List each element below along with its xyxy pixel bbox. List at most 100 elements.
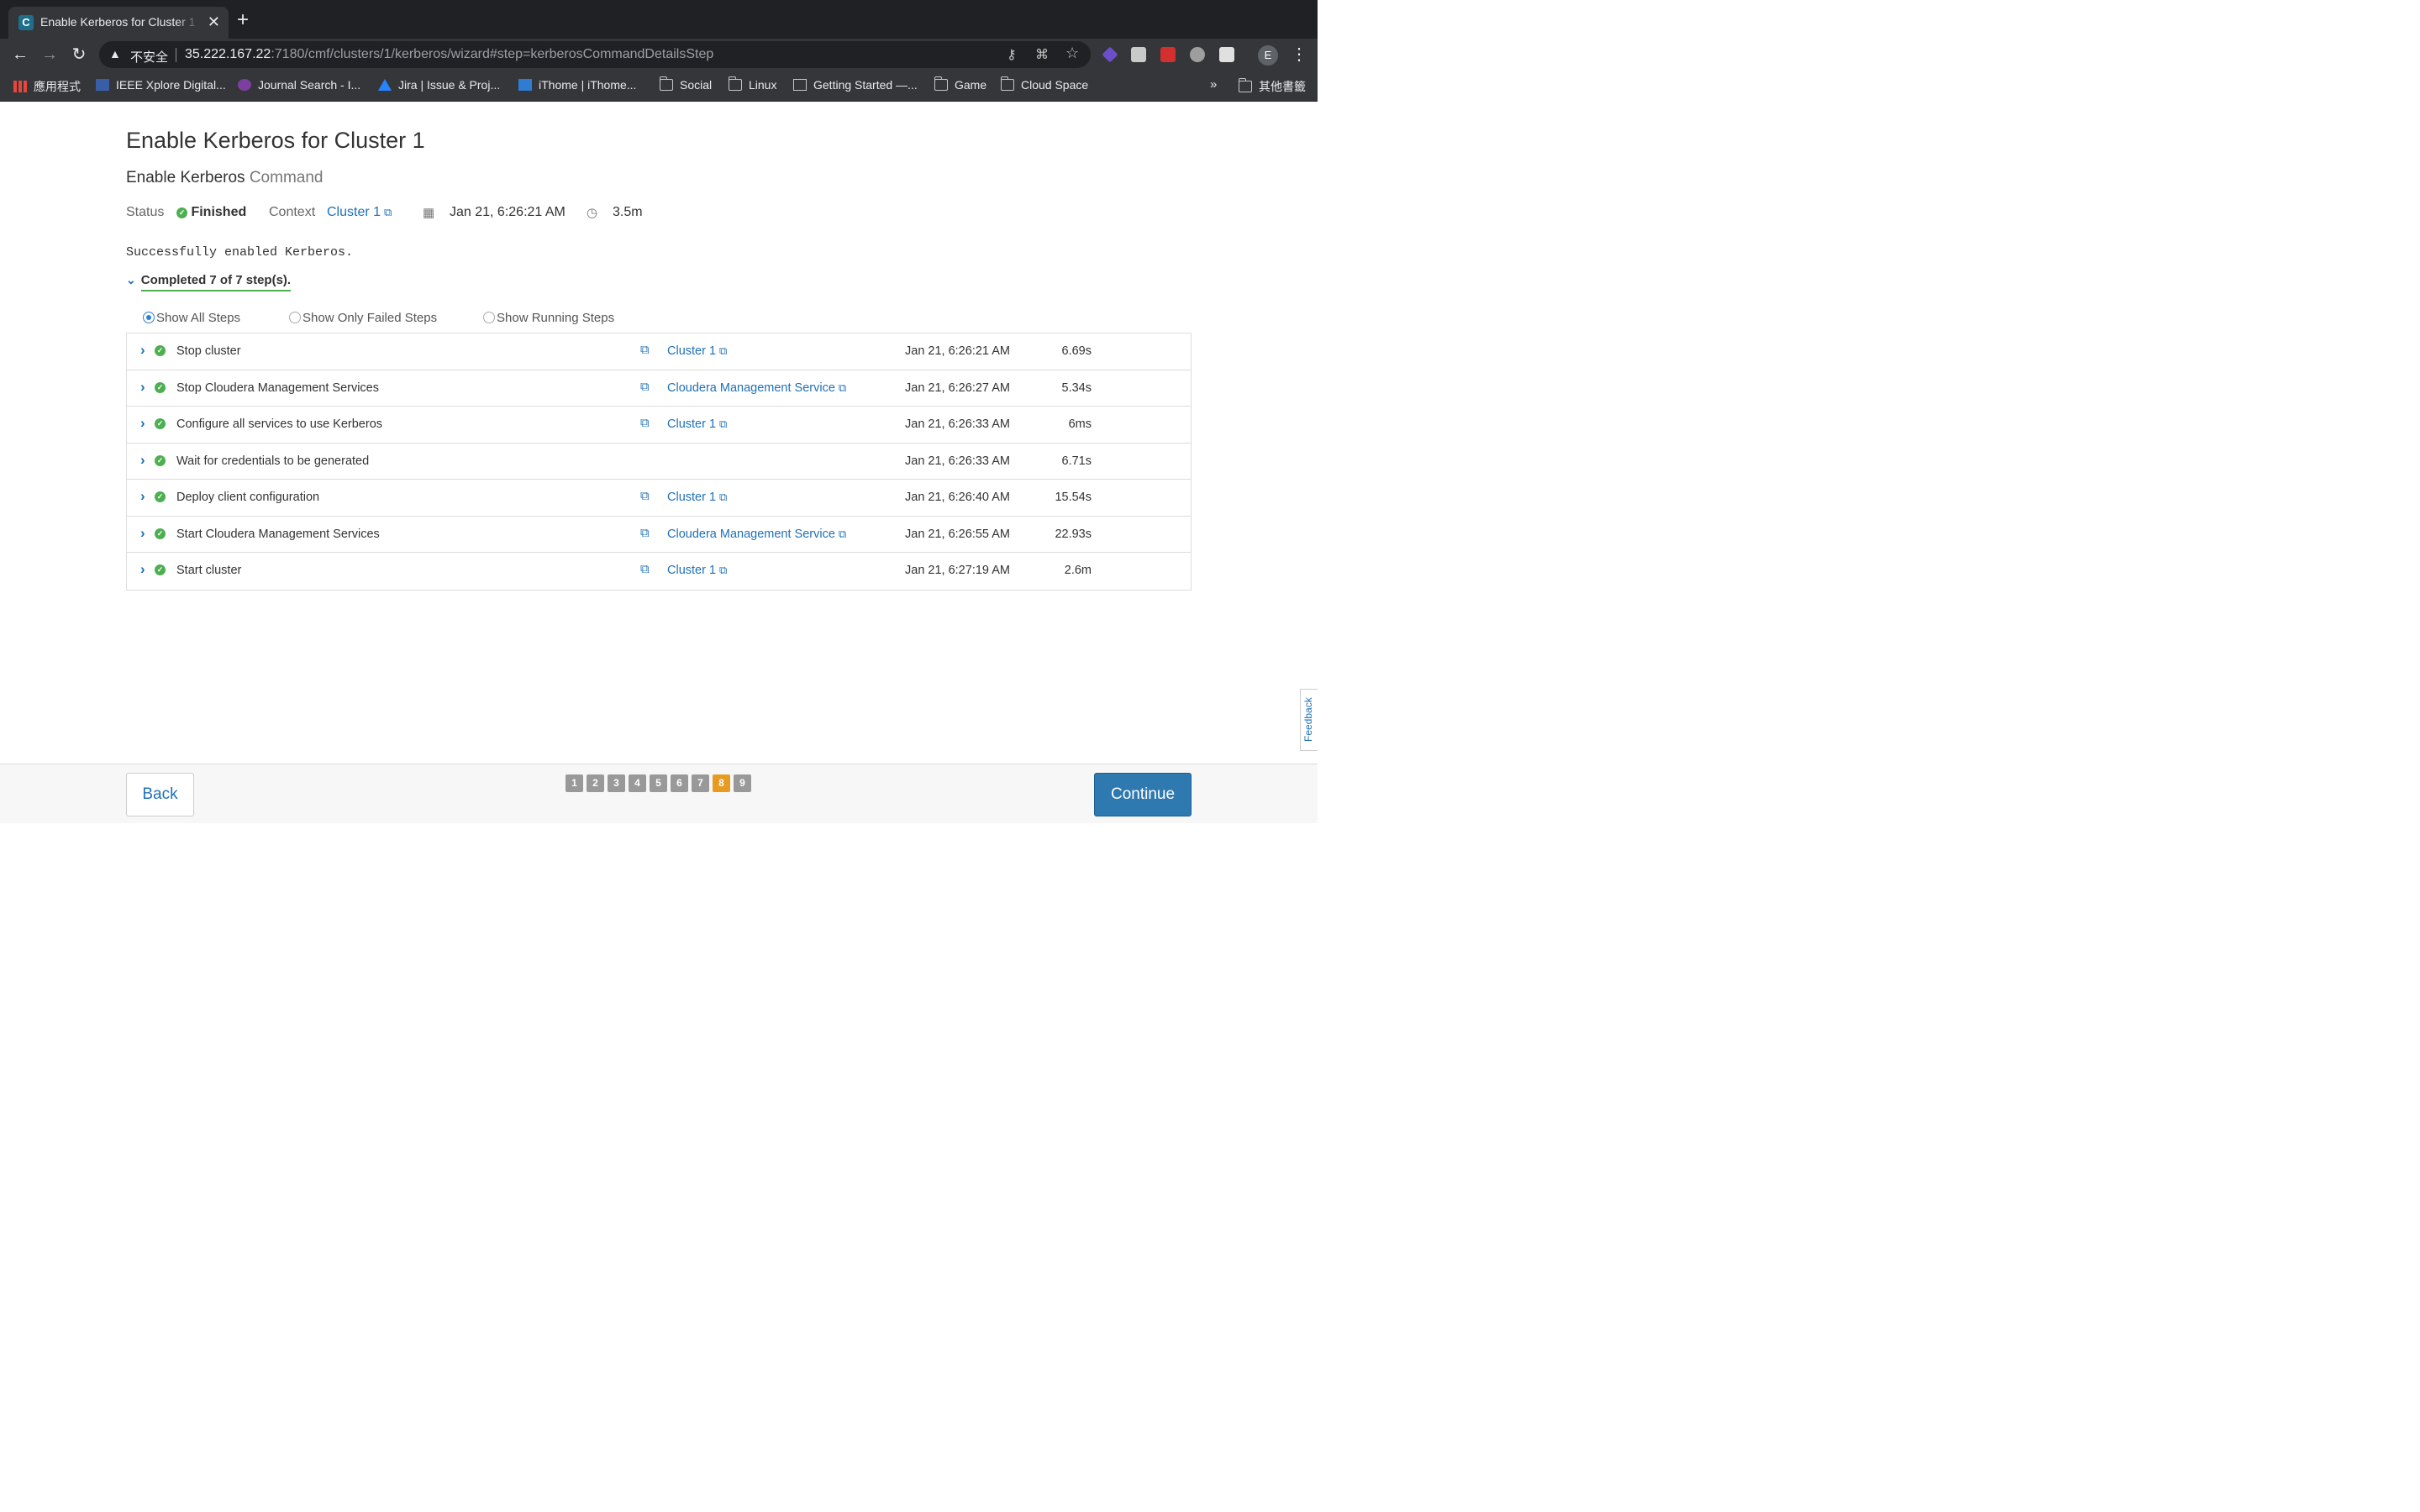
step-time: Jan 21, 6:26:33 AM (905, 454, 1010, 468)
step-duration: 6.69s (1061, 344, 1092, 358)
step-context-link[interactable]: Cluster 1 ⧉ (667, 564, 727, 577)
filter-running-steps[interactable]: Show Running Steps (483, 311, 614, 325)
tab-close-icon[interactable]: ✕ (208, 13, 220, 31)
step-context-link[interactable]: Cloudera Management Service ⧉ (667, 381, 846, 395)
bookmark-jira[interactable]: Jira | Issue & Proj... (378, 78, 500, 92)
extension-icon-2[interactable] (1131, 47, 1146, 62)
step-row[interactable]: › ✓ Stop cluster ⧉ Cluster 1 ⧉ Jan 21, 6:26:21… (127, 333, 1191, 370)
bookmark-apps[interactable]: 應用程式 (13, 78, 81, 95)
result-message: Successfully enabled Kerberos. (126, 245, 354, 260)
continue-button[interactable]: Continue (1094, 773, 1192, 816)
wizard-page-2[interactable]: 2 (587, 774, 604, 792)
bookmark-folder-cloud-space[interactable]: Cloud Space (1000, 76, 1088, 92)
step-row[interactable]: › ✓ Stop Cloudera Management Services ⧉ Clou… (127, 370, 1191, 407)
feedback-tab[interactable]: Feedback (1300, 689, 1318, 751)
extension-icon-5[interactable] (1219, 47, 1234, 62)
chevron-right-icon[interactable]: › (140, 525, 145, 542)
back-arrow-icon[interactable]: ← (9, 44, 31, 66)
back-button[interactable]: Back (126, 773, 194, 816)
open-command-icon[interactable]: ⧉ (640, 343, 650, 357)
step-row[interactable]: › ✓ Configure all services to use Kerberos… (127, 407, 1191, 444)
extension-icon-1[interactable] (1102, 46, 1118, 63)
forward-arrow-icon[interactable]: → (39, 44, 60, 66)
ieee-icon (96, 79, 109, 91)
steps-toggle[interactable]: ⌄ Completed 7 of 7 step(s). (126, 273, 292, 291)
tab-title: Enable Kerberos for Cluster 1 - (40, 15, 200, 29)
check-circle-icon: ✓ (155, 454, 166, 466)
start-time: Jan 21, 6:26:21 AM (450, 205, 566, 219)
extension-icon-3[interactable] (1160, 47, 1176, 62)
filter-all-steps[interactable]: Show All Steps (143, 311, 240, 325)
bookmarks-overflow-icon[interactable]: » (1210, 77, 1217, 92)
check-circle-icon: ✓ (155, 418, 166, 429)
url-text[interactable]: 35.222.167.22:7180/cmf/clusters/1/kerber… (185, 47, 713, 62)
wizard-page-5[interactable]: 5 (650, 774, 667, 792)
chevron-right-icon[interactable]: › (140, 452, 145, 469)
duration: 3.5m (613, 205, 643, 219)
context-link[interactable]: Cluster 1 ⧉ (327, 205, 392, 220)
bookmark-label: iThome | iThome... (539, 78, 637, 92)
bookmark-star-icon[interactable]: ☆ (1065, 45, 1079, 62)
profile-avatar[interactable]: E (1258, 45, 1278, 66)
warning-icon: ▲ (109, 47, 121, 60)
external-link-icon: ⧉ (838, 381, 847, 394)
wizard-page-9[interactable]: 9 (734, 774, 751, 792)
step-context-text: Cloudera Management Service (667, 381, 835, 395)
step-duration: 6.71s (1061, 454, 1092, 468)
bookmark-folder-linux[interactable]: Linux (728, 76, 776, 92)
wizard-page-1[interactable]: 1 (566, 774, 583, 792)
open-command-icon[interactable]: ⧉ (640, 489, 650, 503)
bookmark-ithome[interactable]: iThome | iThome... (518, 78, 636, 92)
step-context-link[interactable]: Cluster 1 ⧉ (667, 417, 727, 431)
step-context-link[interactable]: Cluster 1 ⧉ (667, 491, 727, 504)
bookmark-folder-social[interactable]: Social (659, 76, 712, 92)
open-command-icon[interactable]: ⧉ (640, 416, 650, 430)
step-duration: 2.6m (1064, 564, 1092, 577)
step-context-link[interactable]: Cluster 1 ⧉ (667, 344, 727, 358)
context-label: Context (269, 205, 316, 219)
open-command-icon[interactable]: ⧉ (640, 380, 650, 394)
step-row[interactable]: › ✓ Deploy client configuration ⧉ Cluster 1 ⧉… (127, 480, 1191, 517)
wizard-page-4[interactable]: 4 (629, 774, 646, 792)
browser-tab[interactable]: C Enable Kerberos for Cluster 1 - ✕ (8, 7, 229, 39)
step-row[interactable]: › ✓ Wait for credentials to be generated Ja… (127, 444, 1191, 480)
bookmark-getting-started[interactable]: Getting Started —... (793, 78, 918, 92)
step-name: Start Cloudera Management Services (176, 527, 380, 541)
clock-icon: ◷ (587, 206, 598, 220)
radio-icon (483, 312, 495, 323)
url-host: 35.222.167.22 (185, 47, 271, 61)
external-link-icon: ⧉ (384, 206, 392, 218)
new-tab-icon[interactable]: + (237, 10, 249, 30)
step-row[interactable]: › ✓ Start Cloudera Management Services ⧉ Clo… (127, 517, 1191, 553)
chevron-right-icon[interactable]: › (140, 379, 145, 396)
chevron-right-icon[interactable]: › (140, 488, 145, 505)
extension-icon-4[interactable] (1190, 47, 1205, 62)
chevron-right-icon[interactable]: › (140, 415, 145, 432)
open-command-icon[interactable]: ⧉ (640, 562, 650, 576)
bookmark-ieee[interactable]: IEEE Xplore Digital... (96, 78, 226, 92)
translate-icon[interactable]: ⌘ (1035, 46, 1049, 63)
filter-failed-steps[interactable]: Show Only Failed Steps (289, 311, 437, 325)
bookmark-folder-game[interactable]: Game (934, 76, 986, 92)
step-context-text: Cluster 1 (667, 491, 717, 504)
chevron-right-icon[interactable]: › (140, 342, 145, 359)
check-circle-icon: ✓ (155, 491, 166, 502)
wizard-page-7[interactable]: 7 (692, 774, 709, 792)
bookmark-journal-search[interactable]: Journal Search - I... (238, 78, 360, 92)
step-context-text: Cluster 1 (667, 564, 717, 577)
reload-icon[interactable]: ↻ (68, 44, 90, 66)
wizard-page-3[interactable]: 3 (608, 774, 625, 792)
wizard-page-8[interactable]: 8 (713, 774, 730, 792)
step-duration: 22.93s (1055, 527, 1092, 541)
wizard-page-6[interactable]: 6 (671, 774, 688, 792)
step-name: Stop cluster (176, 344, 241, 358)
key-icon[interactable]: ⚷ (1007, 46, 1017, 63)
open-command-icon[interactable]: ⧉ (640, 526, 650, 540)
step-row[interactable]: › ✓ Start cluster ⧉ Cluster 1 ⧉ Jan 21, 6:27:1… (127, 553, 1191, 590)
step-time: Jan 21, 6:26:21 AM (905, 344, 1010, 358)
step-context-link[interactable]: Cloudera Management Service ⧉ (667, 528, 846, 541)
address-bar[interactable]: ▲ 不安全 35.222.167.22:7180/cmf/clusters/1/… (99, 41, 1091, 68)
chevron-right-icon[interactable]: › (140, 561, 145, 578)
browser-menu-icon[interactable]: ⋮ (1291, 44, 1307, 65)
bookmark-folder-other[interactable]: 其他書籤 (1238, 78, 1306, 95)
